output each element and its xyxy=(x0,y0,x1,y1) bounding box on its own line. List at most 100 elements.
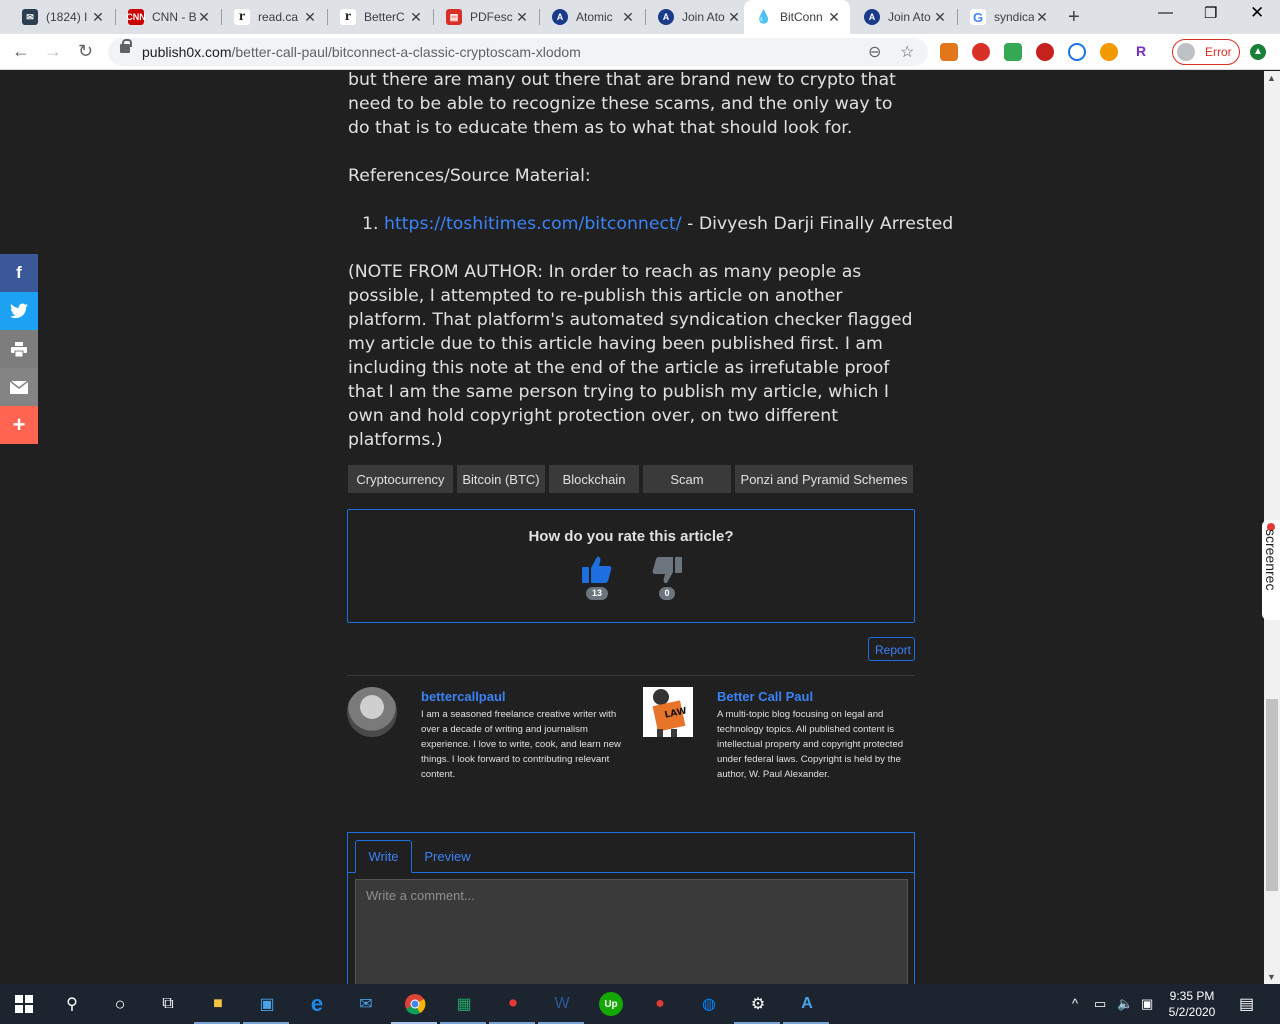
tray-chevron-icon[interactable]: ^ xyxy=(1072,996,1078,1011)
address-bar[interactable]: publish0x.com/better-call-paul/bitconnec… xyxy=(108,38,928,66)
new-tab-icon[interactable]: + xyxy=(1068,6,1080,29)
molecule-extension-icon[interactable] xyxy=(1036,43,1054,61)
email-share-button[interactable] xyxy=(0,368,38,406)
blog-avatar[interactable]: LAW xyxy=(643,687,693,737)
screen-recorder-icon[interactable]: ⏺ xyxy=(501,992,525,1016)
chrome-icon[interactable] xyxy=(403,992,427,1016)
browser-tab-3[interactable]: r read.ca ✕ xyxy=(222,0,326,34)
report-button[interactable]: Report xyxy=(868,637,915,661)
scrollbar-thumb[interactable] xyxy=(1266,699,1278,891)
close-icon[interactable]: ✕ xyxy=(408,9,424,26)
browser-tab-5[interactable]: ▤ PDFesc ✕ xyxy=(434,0,538,34)
mail-app-icon[interactable]: ✉ xyxy=(354,992,378,1016)
scroll-up-icon[interactable]: ▲ xyxy=(1267,73,1276,83)
edge-icon[interactable]: e xyxy=(305,991,329,1016)
close-icon[interactable]: ✕ xyxy=(90,9,106,26)
thumbs-up-icon[interactable] xyxy=(582,556,612,584)
tag-button[interactable]: Scam xyxy=(643,465,731,493)
tab-title: (1824) I xyxy=(46,10,88,24)
close-icon[interactable]: ✕ xyxy=(932,9,948,26)
facebook-share-button[interactable]: f xyxy=(0,254,38,292)
profile-button[interactable]: Error xyxy=(1172,39,1240,65)
bookmark-star-icon[interactable]: ☆ xyxy=(900,42,914,62)
r-extension-icon[interactable]: R xyxy=(1132,43,1150,61)
metamask-extension-icon[interactable] xyxy=(940,43,958,61)
settings-icon[interactable]: ⚙ xyxy=(746,992,770,1016)
close-icon[interactable]: ✕ xyxy=(196,9,212,26)
close-icon[interactable]: ✕ xyxy=(620,9,636,26)
back-icon[interactable]: ← xyxy=(12,41,30,62)
reference-link[interactable]: https://toshitimes.com/bitconnect/ xyxy=(384,214,682,234)
word-icon[interactable]: W xyxy=(550,992,574,1016)
close-icon[interactable]: ✕ xyxy=(826,9,842,26)
tag-button[interactable]: Bitcoin (BTC) xyxy=(457,465,545,493)
window-close-icon[interactable]: ✕ xyxy=(1250,3,1264,23)
tag-button[interactable]: Blockchain xyxy=(549,465,639,493)
tab-title: Join Ato xyxy=(888,10,931,24)
system-clock[interactable]: 9:35 PM 5/2/2020 xyxy=(1162,988,1222,1020)
pdf-icon: ▤ xyxy=(446,9,462,25)
author-avatar[interactable] xyxy=(347,687,397,737)
clock-time: 9:35 PM xyxy=(1169,989,1215,1003)
more-share-button[interactable]: + xyxy=(0,406,38,444)
screenrec-widget[interactable]: screenrec xyxy=(1262,520,1280,620)
battery-icon[interactable]: ▭ xyxy=(1094,996,1106,1012)
restore-icon[interactable]: ❐ xyxy=(1204,4,1217,22)
browser-tab-9[interactable]: A Join Ato ✕ xyxy=(852,0,956,34)
tag-button[interactable]: Ponzi and Pyramid Schemes xyxy=(735,465,913,493)
swirl-extension-icon[interactable] xyxy=(1100,43,1118,61)
browser-tab-2[interactable]: CNN CNN - B ✕ xyxy=(116,0,220,34)
url-text[interactable]: publish0x.com/better-call-paul/bitconnec… xyxy=(142,44,581,60)
tab-write[interactable]: Write xyxy=(355,840,412,873)
comment-input[interactable] xyxy=(355,879,908,985)
zoom-icon[interactable]: ⊖ xyxy=(868,42,881,62)
print-share-button[interactable] xyxy=(0,330,38,368)
browser-tab-7[interactable]: A Join Ato ✕ xyxy=(646,0,750,34)
messenger-icon[interactable]: ◍ xyxy=(697,992,721,1016)
globe-app-icon[interactable]: ● xyxy=(648,992,672,1016)
cortana-icon[interactable]: ○ xyxy=(108,992,132,1016)
thumbs-down-icon[interactable] xyxy=(652,556,682,584)
start-icon[interactable] xyxy=(12,992,36,1016)
browser-tab-4[interactable]: r BetterC ✕ xyxy=(328,0,432,34)
browser-tab-8-active[interactable]: 💧 BitConn ✕ xyxy=(744,0,850,34)
minimize-icon[interactable]: — xyxy=(1158,4,1173,21)
author-name-link[interactable]: bettercallpaul xyxy=(421,689,506,704)
inbox-extension-icon[interactable] xyxy=(1004,43,1022,61)
forward-icon[interactable]: → xyxy=(44,41,62,62)
update-icon[interactable]: ▲ xyxy=(1250,44,1266,60)
extension-badge-icon[interactable] xyxy=(972,43,990,61)
tab-preview[interactable]: Preview xyxy=(415,840,480,873)
browser-tab-6[interactable]: A Atomic ✕ xyxy=(540,0,644,34)
scroll-down-icon[interactable]: ▼ xyxy=(1267,972,1276,982)
browser-tab-1[interactable]: ✉ (1824) I ✕ xyxy=(10,0,114,34)
tab-title: BitConn xyxy=(780,10,823,24)
tag-label: Bitcoin (BTC) xyxy=(462,471,540,487)
search-icon[interactable]: ⚲ xyxy=(60,992,84,1016)
tab-strip: ✉ (1824) I ✕ CNN CNN - B ✕ r read.ca ✕ r… xyxy=(0,0,1280,34)
upwork-icon[interactable]: Up xyxy=(599,992,623,1016)
browser-toolbar: ← → ↻ publish0x.com/better-call-paul/bit… xyxy=(0,34,1280,70)
atomic-icon: A xyxy=(864,9,880,25)
url-host: publish0x.com xyxy=(142,44,232,60)
reload-icon[interactable]: ↻ xyxy=(78,41,93,62)
task-view-icon[interactable]: ⧉ xyxy=(156,992,180,1016)
close-icon[interactable]: ✕ xyxy=(726,9,742,26)
notifications-icon[interactable]: ▤ xyxy=(1239,994,1254,1014)
excel-icon[interactable]: ▦ xyxy=(452,992,476,1016)
browser-tab-10[interactable]: G syndica ✕ xyxy=(958,0,1058,34)
twitter-share-button[interactable] xyxy=(0,292,38,330)
close-icon[interactable]: ✕ xyxy=(514,9,530,26)
chat-extension-icon[interactable] xyxy=(1068,43,1086,61)
close-icon[interactable]: ✕ xyxy=(302,9,318,26)
file-explorer-icon[interactable]: ■ xyxy=(206,992,230,1016)
taskbar: ⚲ ○ ⧉ ■ ▣ e ✉ ▦ ⏺ W Up ● ◍ ⚙ A ^ ▭ 🔈 ▣ 9… xyxy=(0,984,1280,1024)
network-icon[interactable]: ▣ xyxy=(1141,996,1153,1012)
chrome-logo-icon xyxy=(405,994,426,1015)
volume-icon[interactable]: 🔈 xyxy=(1117,996,1133,1012)
blog-name-link[interactable]: Better Call Paul xyxy=(717,689,813,704)
atomic-wallet-icon[interactable]: A xyxy=(795,992,819,1016)
close-icon[interactable]: ✕ xyxy=(1034,9,1050,26)
store-icon[interactable]: ▣ xyxy=(255,992,279,1016)
tag-button[interactable]: Cryptocurrency xyxy=(348,465,453,493)
